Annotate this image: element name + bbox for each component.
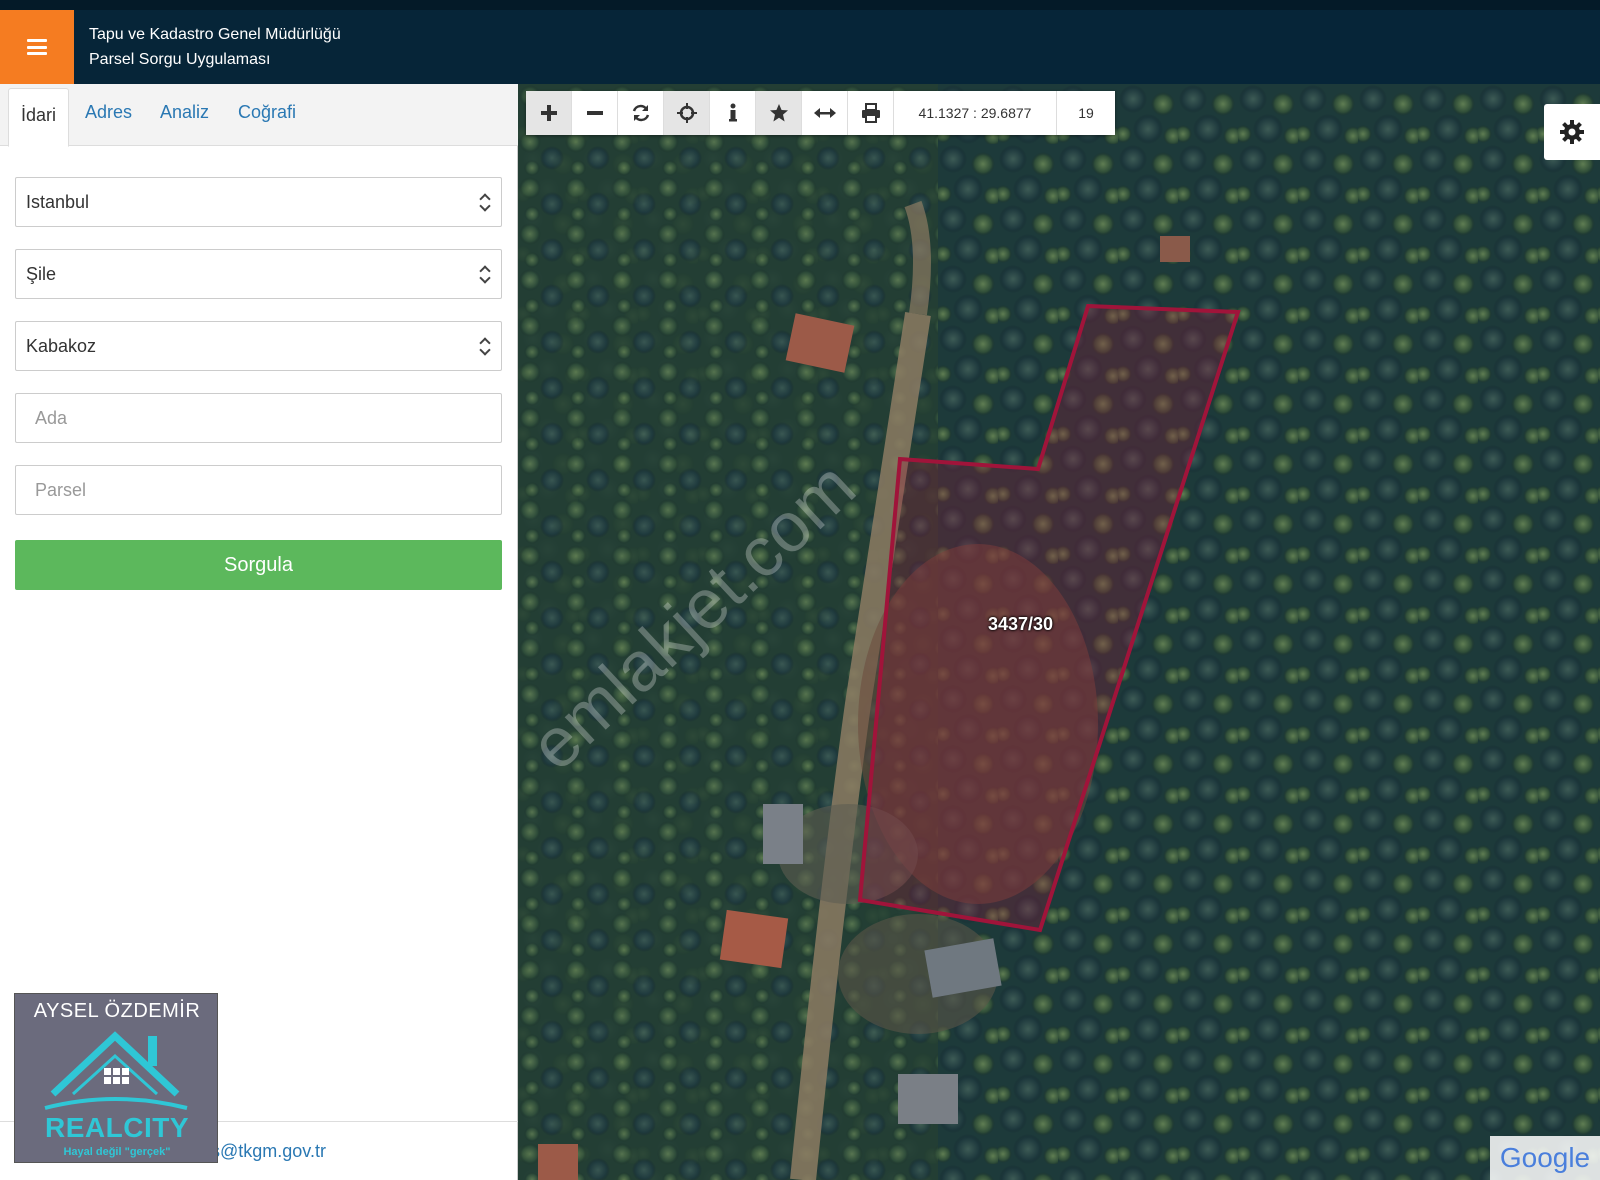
agency-logo: AYSEL ÖZDEMİR REALCITY Hayal değil "gerç… xyxy=(14,993,218,1163)
logo-brand: REALCITY xyxy=(45,1112,189,1143)
select-arrows-icon xyxy=(479,192,491,214)
tab-idari[interactable]: İdari xyxy=(8,88,70,147)
locate-button[interactable] xyxy=(664,91,710,135)
tab-adres[interactable]: Adres xyxy=(85,102,132,123)
district-select[interactable]: Şile xyxy=(15,249,502,299)
star-icon xyxy=(769,104,788,122)
zoom-level: 19 xyxy=(1078,105,1094,121)
zoom-in-button[interactable] xyxy=(526,91,572,135)
zoom-out-button[interactable] xyxy=(572,91,618,135)
settings-button[interactable] xyxy=(1544,104,1600,160)
neighborhood-select[interactable]: Kabakoz xyxy=(15,321,502,371)
app-titles: Tapu ve Kadastro Genel Müdürlüğü Parsel … xyxy=(89,22,341,72)
measure-icon xyxy=(813,108,836,118)
google-attribution: Google xyxy=(1490,1136,1600,1180)
plus-icon xyxy=(540,105,557,121)
province-value: Istanbul xyxy=(26,191,90,212)
logo-tagline: Hayal değil "gerçek" xyxy=(63,1146,171,1158)
favorite-button[interactable] xyxy=(756,91,802,135)
info-icon xyxy=(728,103,737,122)
status-strip xyxy=(0,0,1600,10)
select-arrows-icon xyxy=(479,336,491,358)
ada-placeholder: Ada xyxy=(35,407,68,428)
google-logo-text: Google xyxy=(1499,1142,1591,1173)
app-title: Tapu ve Kadastro Genel Müdürlüğü xyxy=(89,26,341,43)
map-view[interactable]: emlakjet.com 41.1327 : 29.6877 19 3437/3… xyxy=(518,84,1600,1180)
crosshair-icon xyxy=(676,103,697,123)
parsel-input[interactable]: Parsel xyxy=(15,465,502,515)
menu-button[interactable] xyxy=(0,10,74,84)
tab-analiz[interactable]: Analiz xyxy=(160,102,209,123)
tab-cografi[interactable]: Coğrafi xyxy=(238,102,296,123)
minus-icon xyxy=(586,111,603,115)
province-select[interactable]: Istanbul xyxy=(15,177,502,227)
tab-bar: İdari Adres Analiz Coğrafi xyxy=(0,84,518,147)
print-icon xyxy=(861,103,880,123)
sorgula-button[interactable]: Sorgula xyxy=(15,540,502,590)
coordinate-readout: 41.1327 : 29.6877 xyxy=(894,91,1057,135)
select-arrows-icon xyxy=(479,264,491,286)
app-subtitle: Parsel Sorgu Uygulaması xyxy=(89,51,271,68)
refresh-button[interactable] xyxy=(618,91,664,135)
satellite-imagery: emlakjet.com xyxy=(518,84,1600,1180)
gear-icon xyxy=(1560,120,1584,144)
info-button[interactable] xyxy=(710,91,756,135)
district-value: Şile xyxy=(26,263,57,284)
parsel-placeholder: Parsel xyxy=(35,479,87,500)
house-icon xyxy=(44,1031,188,1110)
ada-input[interactable]: Ada xyxy=(15,393,502,443)
measure-button[interactable] xyxy=(802,91,848,135)
logo-agent-name: AYSEL ÖZDEMİR xyxy=(33,1000,201,1022)
map-toolbar: 41.1327 : 29.6877 19 xyxy=(526,91,1115,135)
neighborhood-value: Kabakoz xyxy=(26,335,97,356)
refresh-icon xyxy=(632,104,649,122)
app-header: Tapu ve Kadastro Genel Müdürlüğü Parsel … xyxy=(0,0,1600,84)
print-button[interactable] xyxy=(848,91,894,135)
parcel-label: 3437/30 xyxy=(988,614,1054,634)
hamburger-icon xyxy=(27,39,47,55)
